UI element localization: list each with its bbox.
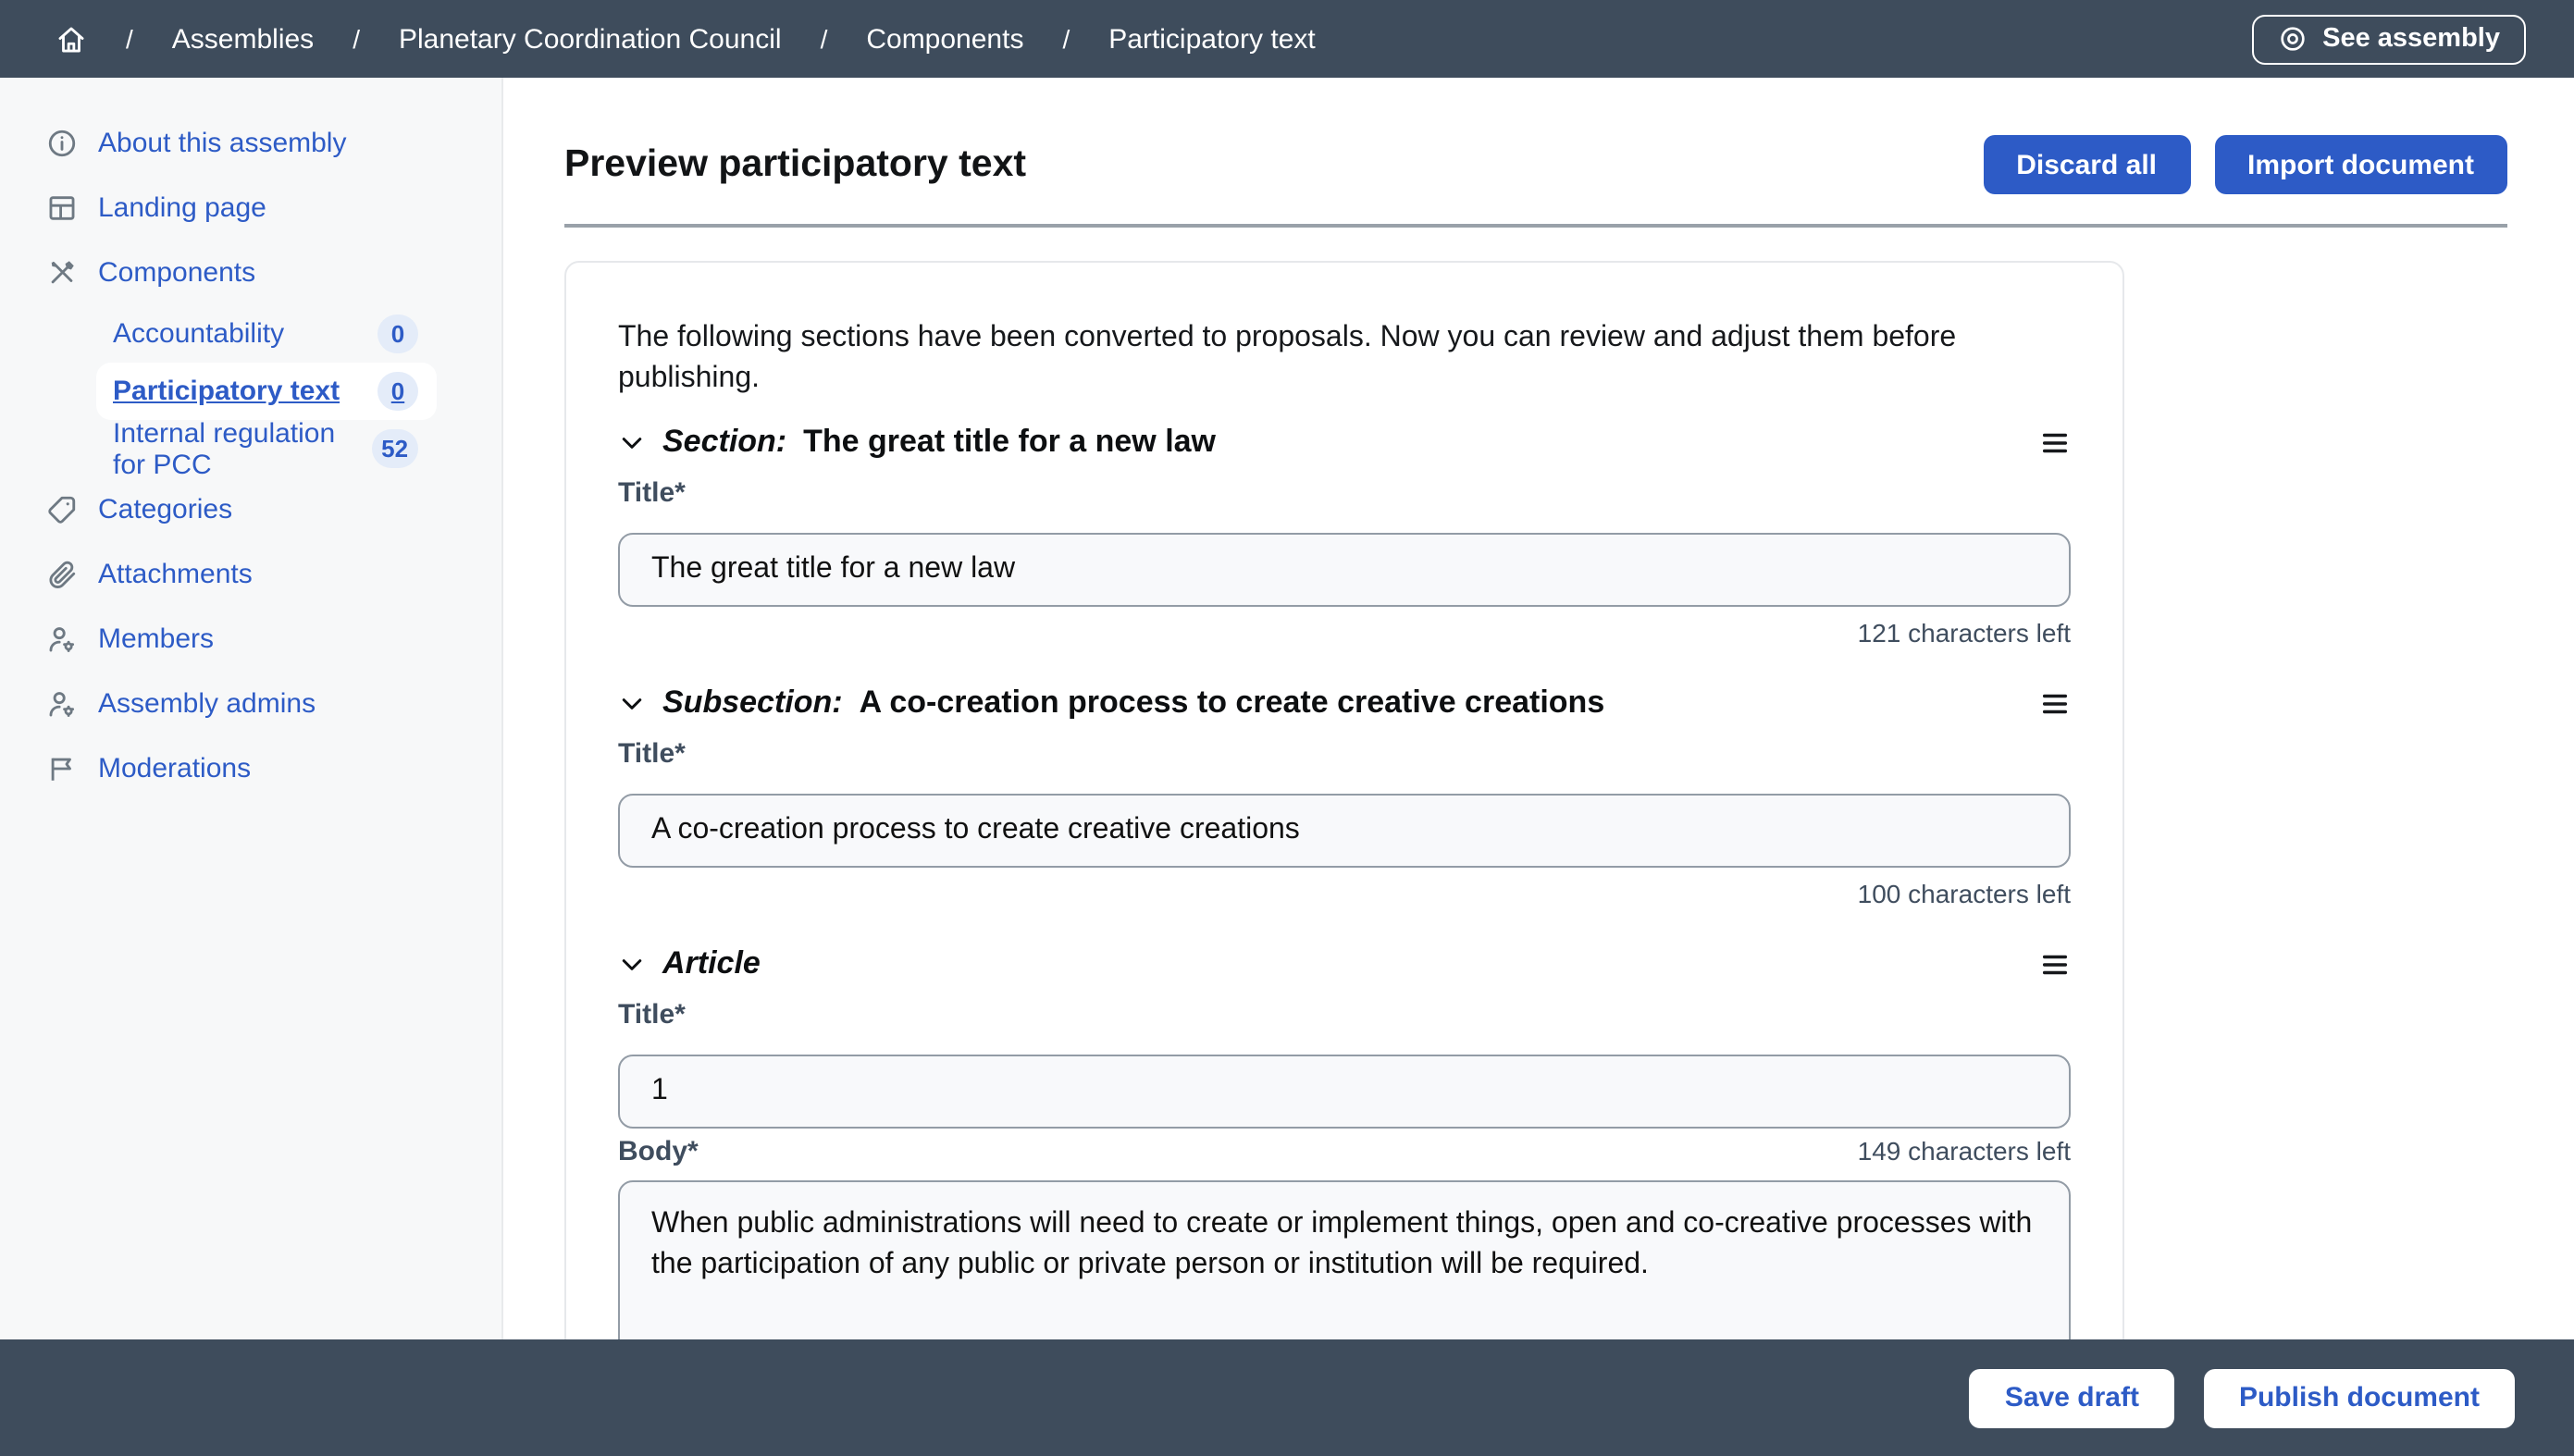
sidebar-item-label: Categories: [98, 494, 232, 525]
breadcrumb: / Assemblies / Planetary Coordination Co…: [56, 23, 1316, 55]
sidebar-item-label: Moderations: [98, 753, 251, 784]
sidebar-item-label: Landing page: [98, 192, 266, 224]
sidebar-item-moderations[interactable]: Moderations: [0, 736, 501, 801]
title-label: Title*: [618, 999, 2071, 1030]
drag-handle-icon[interactable]: [2039, 689, 2071, 717]
sidebar-item-label: Attachments: [98, 559, 253, 590]
breadcrumb-item-assemblies[interactable]: Assemblies: [172, 23, 314, 55]
article-title-input[interactable]: [618, 1055, 2071, 1129]
chevron-down-icon[interactable]: [618, 950, 646, 978]
breadcrumb-separator: /: [353, 24, 360, 54]
sidebar-item-categories[interactable]: Categories: [0, 477, 501, 542]
section-title-input[interactable]: [618, 533, 2071, 607]
see-assembly-label: See assembly: [2322, 24, 2500, 54]
flag-icon: [46, 753, 78, 784]
publish-document-button[interactable]: Publish document: [2204, 1368, 2515, 1427]
main-content: Preview participatory text Discard all I…: [503, 78, 2574, 1339]
section-kind-label: Article: [662, 945, 761, 982]
characters-left: 149 characters left: [1858, 1136, 2071, 1166]
breadcrumb-separator: /: [821, 24, 828, 54]
drag-handle-icon[interactable]: [2039, 950, 2071, 978]
count-badge: 0: [377, 315, 418, 353]
admin-page: / Assemblies / Planetary Coordination Co…: [0, 0, 2574, 1456]
sidebar-item-landing-page[interactable]: Landing page: [0, 176, 501, 241]
sidebar-item-label: About this assembly: [98, 128, 346, 159]
import-document-button[interactable]: Import document: [2214, 135, 2507, 194]
layout-icon: [46, 192, 78, 224]
sidebar-item-accountability[interactable]: Accountability 0: [96, 305, 437, 363]
characters-left: 100 characters left: [1858, 879, 2071, 908]
section-kind-label: Section:: [662, 424, 786, 461]
subsection-title-input[interactable]: [618, 794, 2071, 868]
bottom-action-bar: Save draft Publish document: [0, 1339, 2574, 1456]
sidebar-item-members[interactable]: Members: [0, 607, 501, 672]
characters-left: 121 characters left: [1858, 618, 2071, 648]
see-assembly-button[interactable]: See assembly: [2252, 14, 2526, 64]
sidebar-item-assembly-admins[interactable]: Assembly admins: [0, 672, 501, 736]
section-kind-label: Subsection:: [662, 685, 843, 722]
sidebar-item-label: Participatory text: [113, 376, 340, 407]
breadcrumb-item-participatory-text[interactable]: Participatory text: [1108, 23, 1315, 55]
sidebar-item-label: Assembly admins: [98, 688, 316, 720]
breadcrumb-separator: /: [126, 24, 133, 54]
count-badge: 0: [377, 372, 418, 411]
body-label: Body*: [618, 1136, 699, 1167]
sidebar-item-label: Components: [98, 257, 255, 289]
breadcrumb-item-components[interactable]: Components: [866, 23, 1023, 55]
paperclip-icon: [46, 559, 78, 590]
user-settings-icon: [46, 688, 78, 720]
components-subnav: Accountability 0 Participatory text 0 In…: [96, 305, 437, 477]
eye-icon: [2278, 24, 2308, 54]
preview-card: The following sections have been convert…: [564, 261, 2124, 1339]
page-title: Preview participatory text: [564, 142, 1026, 187]
breadcrumb-item-assembly-name[interactable]: Planetary Coordination Council: [399, 23, 782, 55]
intro-text: The following sections have been convert…: [618, 318, 2071, 400]
sidebar-item-participatory-text[interactable]: Participatory text 0: [96, 363, 437, 420]
sidebar-item-label: Internal regulation for PCC: [113, 417, 371, 480]
chevron-down-icon[interactable]: [618, 689, 646, 717]
sidebar-item-about[interactable]: About this assembly: [0, 111, 501, 176]
title-label: Title*: [618, 477, 2071, 509]
head-divider: [564, 224, 2507, 228]
info-icon: [46, 128, 78, 159]
article-body-textarea[interactable]: When public administrations will need to…: [618, 1180, 2071, 1339]
drag-handle-icon[interactable]: [2039, 428, 2071, 456]
sidebar-item-internal-regulation[interactable]: Internal regulation for PCC 52: [96, 420, 437, 477]
discard-all-button[interactable]: Discard all: [1983, 135, 2190, 194]
tag-icon: [46, 494, 78, 525]
tools-icon: [46, 257, 78, 289]
section-heading: The great title for a new law: [803, 424, 1216, 461]
sidebar: About this assembly Landing page Comp: [0, 78, 503, 1339]
breadcrumb-separator: /: [1062, 24, 1070, 54]
sidebar-item-components[interactable]: Components: [0, 241, 501, 305]
sidebar-item-attachments[interactable]: Attachments: [0, 542, 501, 607]
sidebar-item-label: Members: [98, 623, 214, 655]
title-label: Title*: [618, 738, 2071, 770]
top-bar: / Assemblies / Planetary Coordination Co…: [0, 0, 2574, 78]
chevron-down-icon[interactable]: [618, 428, 646, 456]
save-draft-button[interactable]: Save draft: [1970, 1368, 2174, 1427]
sidebar-item-label: Accountability: [113, 318, 284, 350]
section-heading: A co-creation process to create creative…: [860, 685, 1605, 722]
home-icon[interactable]: [56, 23, 87, 55]
count-badge: 52: [371, 429, 418, 468]
user-settings-icon: [46, 623, 78, 655]
